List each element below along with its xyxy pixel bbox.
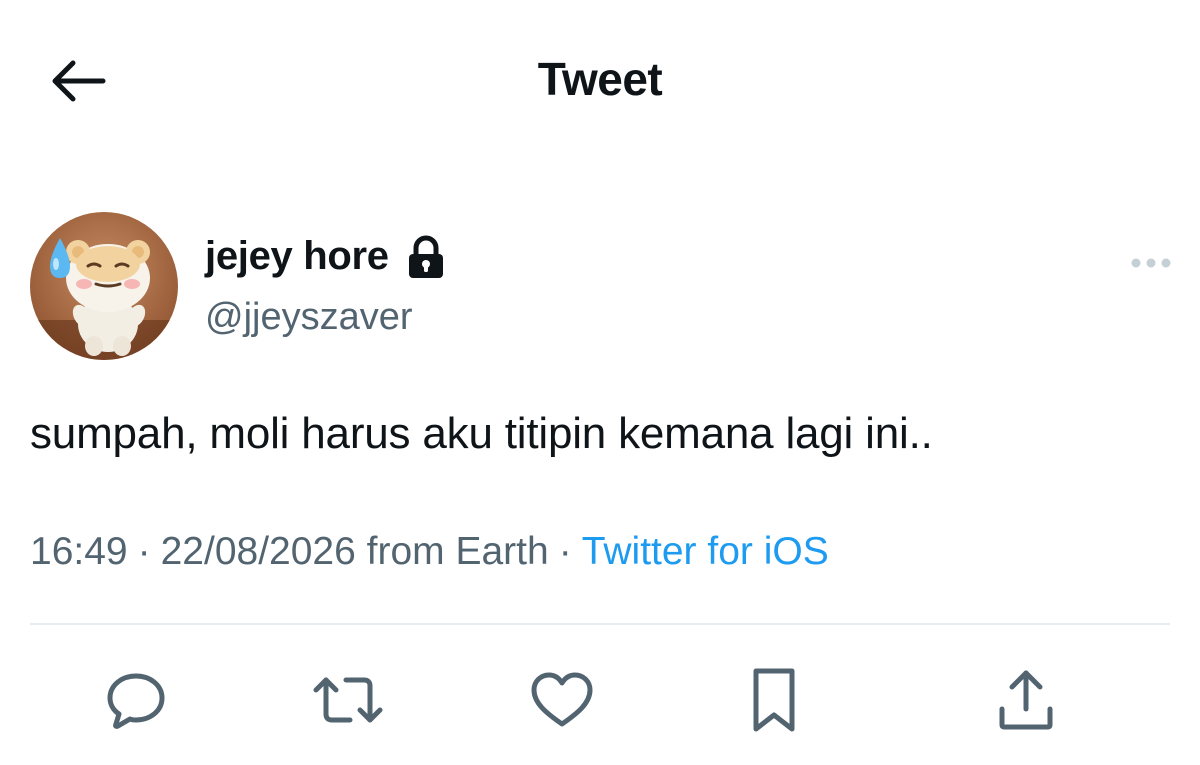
page-title: Tweet xyxy=(537,53,663,105)
tweet-time[interactable]: 16:49 xyxy=(30,530,128,574)
meta-separator: · xyxy=(137,530,151,573)
reply-button[interactable] xyxy=(96,660,176,740)
bear-mascot-avatar xyxy=(30,212,178,360)
author-name-row: jejey hore xyxy=(205,234,447,279)
retweet-icon xyxy=(313,677,383,723)
heart-icon xyxy=(531,672,593,727)
bookmark-icon xyxy=(753,668,795,732)
like-button[interactable] xyxy=(522,660,602,740)
retweet-button[interactable] xyxy=(308,660,388,740)
share-button[interactable] xyxy=(986,660,1066,740)
username[interactable]: @jjeyszaver xyxy=(205,296,413,339)
tweet-date-location[interactable]: 22/08/2026 from Earth xyxy=(161,530,549,574)
tweet-text: sumpah, moli harus aku titipin kemana la… xyxy=(30,409,933,458)
more-horizontal-icon xyxy=(1131,258,1171,268)
avatar[interactable] xyxy=(30,212,178,360)
lock-icon xyxy=(405,235,447,279)
action-bar xyxy=(0,660,1200,740)
bookmark-button[interactable] xyxy=(734,660,814,740)
more-button[interactable] xyxy=(1125,248,1177,278)
share-icon xyxy=(999,670,1053,730)
display-name[interactable]: jejey hore xyxy=(205,234,389,279)
divider xyxy=(30,623,1170,625)
tweet-source-link[interactable]: Twitter for iOS xyxy=(582,530,829,574)
tweet-meta: 16:49 · 22/08/2026 from Earth · Twitter … xyxy=(30,530,829,574)
meta-separator: · xyxy=(558,530,572,573)
reply-icon xyxy=(107,673,165,729)
